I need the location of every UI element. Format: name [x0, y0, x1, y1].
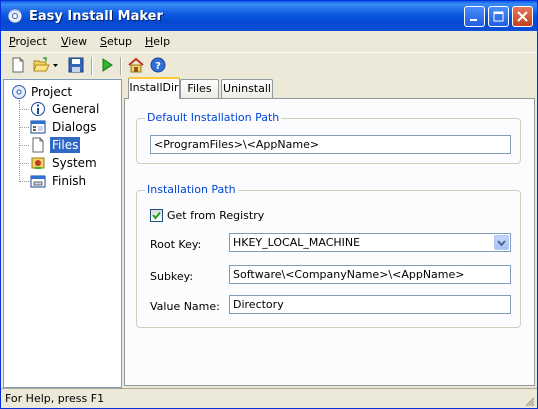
get-from-registry-label[interactable]: Get from Registry	[167, 209, 264, 222]
app-icon[interactable]	[7, 8, 23, 24]
menu-bar: Project View Setup Help	[1, 32, 537, 51]
system-icon	[30, 155, 46, 171]
root-key-label: Root Key:	[150, 238, 202, 251]
status-text: For Help, press F1	[5, 392, 105, 405]
file-icon	[30, 137, 46, 153]
tree-connector	[19, 127, 29, 128]
tree-connector	[19, 181, 29, 182]
menu-setup[interactable]: Setup	[100, 35, 132, 48]
svg-text:?: ?	[155, 61, 161, 72]
checkmark-icon	[152, 211, 161, 220]
minimize-icon	[470, 19, 477, 21]
tree-item-label: System	[52, 156, 97, 170]
close-icon	[517, 11, 528, 22]
tree-item-label: Files	[50, 137, 81, 153]
install-path-group-title: Installation Path	[145, 183, 238, 196]
tree-root-label: Project	[31, 85, 73, 99]
resize-grip-icon[interactable]	[523, 395, 535, 407]
dialogs-icon	[30, 119, 46, 135]
menu-setup-accel: S	[100, 35, 107, 48]
menu-project[interactable]: Project	[9, 35, 47, 48]
close-button[interactable]	[512, 6, 533, 27]
menu-setup-label: etup	[106, 35, 133, 48]
value-name-input[interactable]: Directory	[229, 295, 511, 314]
title-bar[interactable]: Easy Install Maker	[1, 1, 537, 31]
install-path-group: Installation Path Get from Registry Root…	[136, 183, 521, 328]
tab-files[interactable]: Files	[180, 79, 219, 98]
tree-item-label: Dialogs	[52, 120, 97, 134]
menu-project-label: roject	[15, 35, 47, 48]
default-path-group: Default Installation Path <ProgramFiles>…	[136, 111, 521, 164]
root-key-select[interactable]: HKEY_LOCAL_MACHINE	[229, 233, 511, 252]
get-from-registry-checkbox[interactable]	[150, 209, 163, 222]
toolbar: ?	[1, 52, 537, 79]
menu-help-label: elp	[153, 35, 171, 48]
toolbar-separator	[120, 57, 122, 75]
maximize-button[interactable]	[488, 6, 509, 27]
tab-uninstall[interactable]: Uninstall	[221, 79, 273, 98]
root-key-dropdown-button[interactable]	[494, 235, 509, 250]
home-icon[interactable]	[127, 56, 145, 74]
app-window: Easy Install Maker Project View Setup He…	[0, 0, 538, 409]
value-name-label: Value Name:	[150, 300, 220, 313]
maximize-icon	[493, 11, 504, 22]
status-bar: For Help, press F1	[1, 388, 537, 408]
subkey-input[interactable]: Software\<CompanyName>\<AppName>	[229, 265, 511, 284]
tab-panel-installdir: Default Installation Path <ProgramFiles>…	[124, 98, 535, 386]
window-title: Easy Install Maker	[29, 9, 163, 24]
default-path-group-title: Default Installation Path	[145, 111, 282, 124]
help-icon[interactable]: ?	[149, 56, 167, 74]
tree-item-label: General	[52, 102, 100, 116]
save-icon[interactable]	[67, 56, 85, 74]
content-pane: InstallDir Files Uninstall Default Insta…	[124, 77, 535, 386]
tree-connector	[19, 145, 29, 146]
default-path-input[interactable]: <ProgramFiles>\<AppName>	[150, 135, 511, 154]
tree-connector	[19, 163, 29, 164]
subkey-label: Subkey:	[150, 270, 194, 283]
project-tree[interactable]: Project General Dialogs Files System Fin…	[3, 79, 122, 388]
tree-connector	[19, 100, 20, 182]
finish-icon	[30, 173, 46, 189]
tree-connector	[19, 109, 29, 110]
minimize-button[interactable]	[464, 6, 485, 27]
project-icon	[11, 84, 27, 100]
open-folder-icon[interactable]	[32, 56, 50, 74]
menu-view[interactable]: View	[61, 35, 87, 48]
dropdown-arrow-icon[interactable]	[52, 56, 60, 74]
tree-item-label: Finish	[52, 174, 87, 188]
menu-view-label: iew	[68, 35, 88, 48]
run-icon[interactable]	[98, 56, 116, 74]
chevron-down-icon	[497, 240, 506, 246]
root-key-value: HKEY_LOCAL_MACHINE	[233, 236, 361, 249]
info-icon	[30, 101, 46, 117]
toolbar-separator	[91, 57, 93, 75]
new-file-icon[interactable]	[9, 56, 27, 74]
tab-installdir[interactable]: InstallDir	[128, 77, 180, 99]
menu-help[interactable]: Help	[145, 35, 170, 48]
